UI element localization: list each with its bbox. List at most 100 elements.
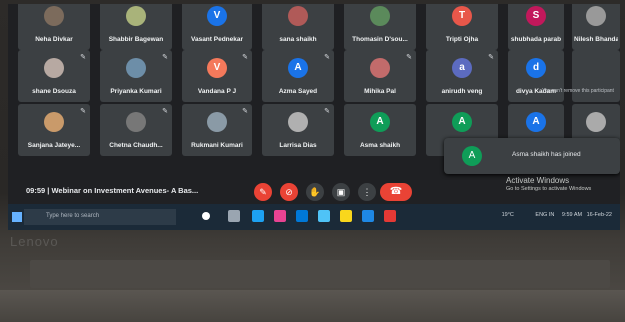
mic-off-icon: ✎ xyxy=(324,54,330,61)
participant-avatar xyxy=(126,58,146,78)
participant-tile[interactable]: a ✎ anirudh veng xyxy=(426,50,498,102)
participant-tile[interactable]: T Tripti Ojha xyxy=(426,4,498,50)
cannot-remove-tooltip: You can't remove this participant xyxy=(542,88,614,94)
pdf-icon[interactable] xyxy=(384,210,396,222)
participant-name: Thomasin D'sou... xyxy=(352,36,408,43)
participant-name: Azma Sayed xyxy=(278,88,318,95)
participant-name: Rukmani Kumari xyxy=(191,142,243,149)
participant-avatar: A xyxy=(370,112,390,132)
clock-time: 9:59 AM xyxy=(561,212,583,218)
laptop-screen: Neha Divkar Shabbir Bagewan V Vasant Pednek… xyxy=(8,4,620,230)
participant-tile[interactable]: Thomasin D'sou... xyxy=(344,4,416,50)
participant-avatar: T xyxy=(452,6,472,26)
participant-tile[interactable]: sana shaikh xyxy=(262,4,334,50)
windows-taskbar: Type here to search 19°C ENG IN 9:59 AM … xyxy=(8,204,620,230)
participant-name: Vandana P J xyxy=(197,88,237,95)
participant-tile[interactable]: A Asma shaikh xyxy=(344,104,416,156)
participant-avatar xyxy=(44,112,64,132)
participant-name: Vasant Pednekar xyxy=(190,36,244,43)
participant-avatar xyxy=(44,6,64,26)
participant-tile[interactable]: ✎ Rukmani Kumari xyxy=(182,104,252,156)
word-icon[interactable] xyxy=(362,210,374,222)
participant-tile[interactable]: V Vasant Pednekar xyxy=(182,4,252,50)
file-explorer-icon[interactable] xyxy=(340,210,352,222)
toast-text: Asma shaikh has joined xyxy=(512,151,581,158)
present-button[interactable]: ▣ xyxy=(332,183,350,201)
participant-tile[interactable]: ✎ Priyanka Kumari xyxy=(100,50,172,102)
cortana-icon[interactable] xyxy=(202,212,210,220)
participant-avatar: a xyxy=(452,58,472,78)
participant-name: Neha Divkar xyxy=(35,36,73,43)
app-icon[interactable] xyxy=(274,210,286,222)
system-tray: 19°C ENG IN 9:59 AM 16-Feb-22 xyxy=(502,212,612,218)
clock-date: 16-Feb-22 xyxy=(586,212,612,218)
store-icon[interactable] xyxy=(296,210,308,222)
search-placeholder: Type here to search xyxy=(46,213,100,219)
raise-hand-button[interactable]: ✋ xyxy=(306,183,324,201)
mic-off-button[interactable]: ✎ xyxy=(254,183,272,201)
mic-off-icon: ✎ xyxy=(324,108,330,115)
participant-tile[interactable]: ✎ Sanjana Jateye... xyxy=(18,104,90,156)
participant-tile[interactable]: Neha Divkar xyxy=(18,4,90,50)
keyboard xyxy=(0,290,625,322)
participant-name: shane Dsouza xyxy=(32,88,76,95)
participant-tile[interactable]: ✎ Larrisa Dias xyxy=(262,104,334,156)
participant-avatar: A xyxy=(288,58,308,78)
participant-tile[interactable]: ✎ shane Dsouza xyxy=(18,50,90,102)
participant-avatar xyxy=(370,6,390,26)
participant-tile[interactable]: Shabbir Bagewan xyxy=(100,4,172,50)
mic-off-icon: ✎ xyxy=(80,54,86,61)
participant-avatar: A xyxy=(526,112,546,132)
taskbar-search-box[interactable]: Type here to search xyxy=(24,209,176,225)
participant-avatar xyxy=(288,112,308,132)
participant-name: Nilesh Bhandari xyxy=(574,36,618,43)
camera-off-button[interactable]: ⊘ xyxy=(280,183,298,201)
participant-avatar: A xyxy=(452,112,472,132)
participant-avatar xyxy=(207,112,227,132)
meeting-time: 09:59 xyxy=(26,186,46,195)
mic-off-icon: ✎ xyxy=(80,108,86,115)
participant-tile[interactable]: A ✎ Azma Sayed xyxy=(262,50,334,102)
participant-name: sana shaikh xyxy=(279,36,317,43)
windows-start-icon[interactable] xyxy=(12,212,22,222)
mic-off-icon: ✎ xyxy=(488,54,494,61)
more-options-button[interactable]: ⋮ xyxy=(358,183,376,201)
participant-name: shubhada parab xyxy=(510,36,562,43)
participant-avatar xyxy=(126,112,146,132)
participant-tile[interactable]: ✎ Chetna Chaudh... xyxy=(100,104,172,156)
language-indicator: ENG IN xyxy=(535,212,555,218)
participant-name: Shabbir Bagewan xyxy=(108,36,164,43)
participant-tile[interactable]: ✎ Mihika Pal xyxy=(344,50,416,102)
brand-logo: Lenovo xyxy=(10,234,59,249)
hang-up-button[interactable]: ☎ xyxy=(380,183,412,201)
participant-avatar: V xyxy=(207,58,227,78)
participant-tile[interactable]: d divya Kadam xyxy=(508,50,564,102)
mic-off-icon: ✎ xyxy=(259,187,267,197)
participant-avatar xyxy=(586,112,606,132)
participant-name: Asma shaikh xyxy=(359,142,401,149)
chrome-icon[interactable] xyxy=(318,210,330,222)
participant-tile[interactable]: Nilesh Bhandari xyxy=(572,4,620,50)
meeting-info: 09:59 | Webinar on Investment Avenues- A… xyxy=(26,186,198,195)
mic-off-icon: ✎ xyxy=(162,54,168,61)
participant-name: Larrisa Dias xyxy=(279,142,317,149)
participant-name: Tripti Ojha xyxy=(445,36,479,43)
participant-name: Priyanka Kumari xyxy=(110,88,162,95)
participant-tile[interactable]: V ✎ Vandana P J xyxy=(182,50,252,102)
participant-name: Mihika Pal xyxy=(364,88,396,95)
weather-text: 19°C xyxy=(501,212,514,218)
edge-icon[interactable] xyxy=(252,210,264,222)
participant-tile[interactable] xyxy=(572,50,620,102)
task-view-icon[interactable] xyxy=(228,210,240,222)
present-icon: ▣ xyxy=(336,187,346,197)
toast-avatar: A xyxy=(462,146,482,166)
more-options-icon: ⋮ xyxy=(362,187,372,197)
participant-name: anirudh veng xyxy=(441,88,483,95)
participant-avatar xyxy=(370,58,390,78)
participant-avatar xyxy=(126,6,146,26)
participant-name: Chetna Chaudh... xyxy=(109,142,163,149)
participant-tile[interactable]: Sshubhada parab xyxy=(508,4,564,50)
join-notification: A Asma shaikh has joined xyxy=(444,138,620,174)
meeting-title: Webinar on Investment Avenues- A Bas... xyxy=(51,186,199,195)
hang-up-icon: ☎ xyxy=(389,186,403,197)
